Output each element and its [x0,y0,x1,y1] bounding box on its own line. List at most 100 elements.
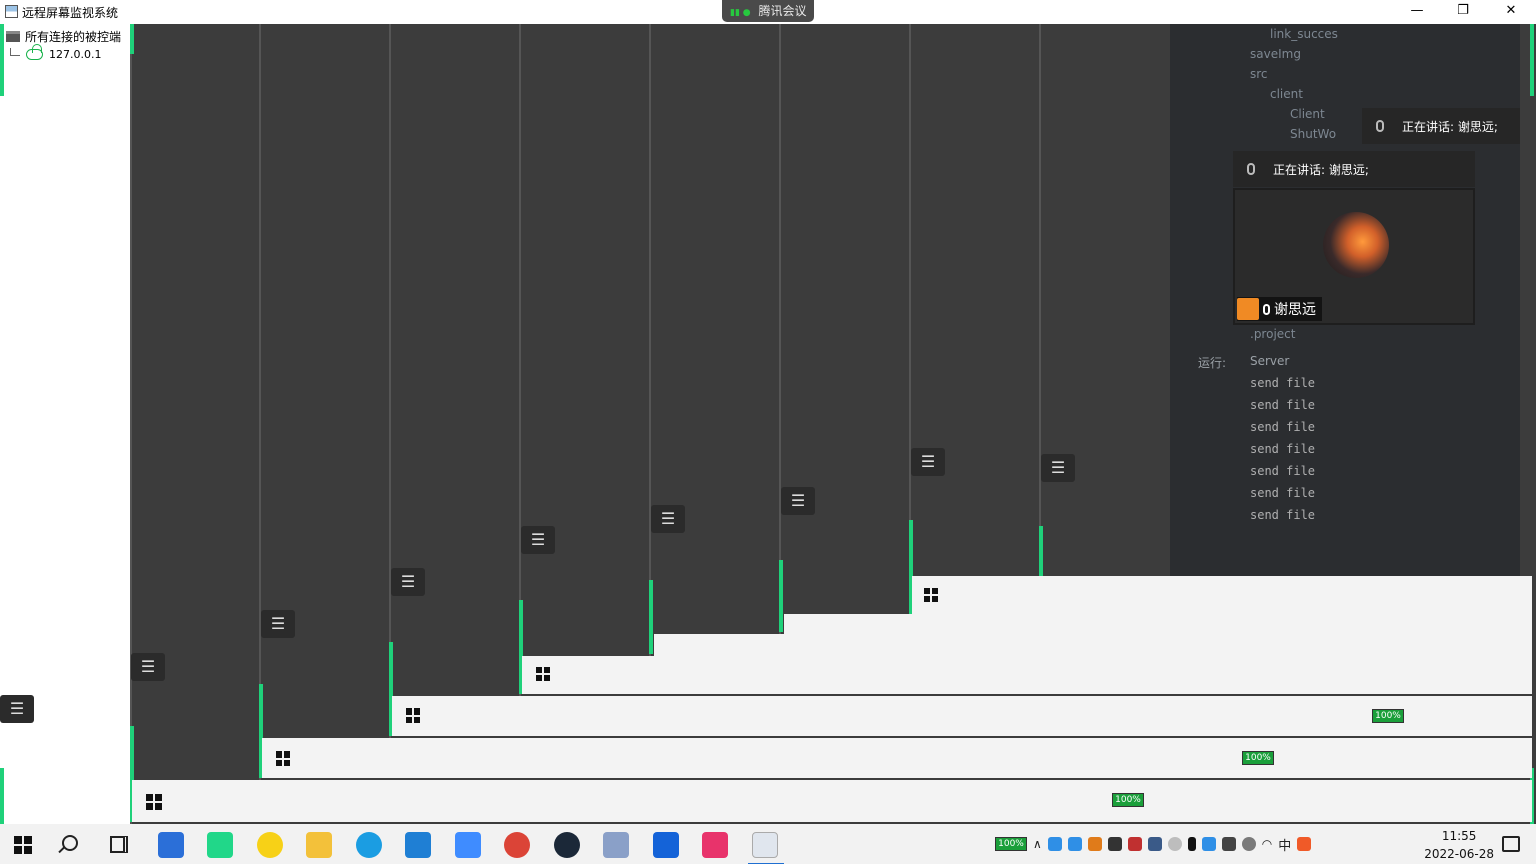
user-icon [1237,298,1259,320]
windows-start-icon[interactable] [924,588,938,602]
panel-toggle-button[interactable]: ☰ [261,610,295,638]
steam-icon[interactable] [554,832,580,858]
tree-item-client[interactable]: 127.0.0.1 [10,44,102,61]
windows-start-icon[interactable] [14,836,32,854]
nested-taskbar [912,576,1532,614]
tray-app-icon[interactable] [1047,837,1062,851]
meeting-status-pill[interactable]: ▮▮ ● 腾讯会议 [722,0,814,22]
minimize-button[interactable]: — [1394,0,1440,24]
microphone-icon[interactable] [1187,837,1196,851]
nested-taskbar [522,656,1532,694]
folder-icon [6,30,20,42]
project-item[interactable]: link_succes [1230,24,1338,44]
shield-icon[interactable] [1221,837,1236,851]
panel-toggle-button[interactable]: ☰ [1041,454,1075,482]
sogou-ime-icon[interactable] [1297,837,1312,851]
tray-app-icon[interactable] [1201,837,1216,851]
tray-app-icon[interactable] [1087,837,1102,851]
windows-start-icon[interactable] [406,708,421,723]
battery-indicator[interactable]: 100% [1112,793,1144,807]
tray-app-icon[interactable] [1147,837,1162,851]
app-icon [5,5,18,18]
windows-start-icon[interactable] [536,667,550,681]
music-app-icon[interactable] [257,832,283,858]
restore-button[interactable]: ❐ [1440,0,1486,24]
battery-indicator[interactable]: 100% [995,837,1027,851]
capture-corner-mark [130,24,134,54]
run-console: send file send file send file send file … [1250,372,1315,526]
panel-toggle-button[interactable]: ☰ [131,653,165,681]
run-tab[interactable]: Server [1250,354,1289,368]
panel-toggle-button[interactable]: ☰ [521,526,555,554]
java-app-icon[interactable] [748,832,784,864]
tray-app-icon[interactable] [1167,837,1182,851]
system-tray: 100% ∧ ◠ 中 [995,833,1312,855]
console-line: send file [1250,486,1316,500]
panel-toggle-button[interactable]: ☰ [911,448,945,476]
edge-browser-icon[interactable] [356,832,382,858]
system-tray: 100% [1242,747,1274,769]
pycharm-icon[interactable] [207,832,233,858]
wifi-icon[interactable]: ◠ [1262,837,1272,851]
tray-app-icon[interactable] [1067,837,1082,851]
client-address: 127.0.0.1 [49,48,102,61]
ime-indicator[interactable]: 中 [1278,835,1291,854]
chevron-up-icon[interactable]: ∧ [1033,837,1042,851]
close-button[interactable]: ✕ [1488,0,1534,24]
nested-taskbar: 100% [262,738,1532,778]
tree-root[interactable]: 所有连接的被控端 [6,28,121,44]
capture-frame [519,24,521,696]
participant-avatar [1323,212,1389,278]
panel-toggle-button[interactable]: ☰ [781,487,815,515]
image-app-icon[interactable] [603,832,629,858]
speaker-indicator: 正在讲话: 谢思远; [1362,108,1520,144]
tray-app-icon[interactable] [1127,837,1142,851]
vscode-icon[interactable] [405,832,431,858]
clock-date: 2022-06-28 [1424,847,1494,861]
capture-frame [649,24,651,656]
windows-start-icon[interactable] [146,794,162,810]
window-title-bar: 远程屏幕监视系统 ▮▮ ● 腾讯会议 — ❐ ✕ [0,0,1536,24]
project-item[interactable]: saveImg [1230,44,1338,64]
microphone-icon [1247,163,1255,175]
meeting-app-name: 腾讯会议 [758,4,807,18]
project-item[interactable]: src [1230,64,1338,84]
console-line: send file [1250,376,1316,390]
battery-indicator[interactable]: 100% [1372,709,1404,723]
tencent-meeting-icon[interactable] [653,832,679,858]
console-line: send file [1250,398,1316,412]
intellij-icon[interactable] [702,832,728,858]
project-item[interactable]: client [1230,84,1338,104]
console-line: send file [1250,442,1316,456]
project-item[interactable]: .project [1230,324,1338,344]
panel-toggle-button[interactable]: ☰ [0,695,34,723]
console-line: send file [1250,464,1316,478]
project-item[interactable]: ShutWo [1230,124,1338,144]
panel-toggle-button[interactable]: ☰ [391,568,425,596]
speaker-indicator: 正在讲话: 谢思远; [1233,151,1475,187]
signal-icon: ▮▮ ● [730,8,751,18]
system-clock[interactable]: 11:55 2022-06-28 [1424,827,1494,863]
wps-office-icon[interactable] [455,832,481,858]
windows-taskbar: 100% ∧ ◠ 中 11:55 2022-06-28 [0,824,1536,864]
tray-app-icon[interactable] [1241,837,1256,851]
battery-indicator[interactable]: 100% [1242,751,1274,765]
windows-start-icon[interactable] [276,751,291,766]
chrome-icon[interactable] [504,832,530,858]
window-title: 远程屏幕监视系统 [22,6,119,20]
project-item[interactable]: Client [1230,104,1338,124]
tray-app-icon[interactable] [1107,837,1122,851]
task-view-icon[interactable] [110,836,128,853]
capture-corner-mark [0,24,4,96]
nested-taskbar [654,634,1532,656]
panel-toggle-button[interactable]: ☰ [651,505,685,533]
file-explorer-icon[interactable] [306,832,332,858]
capture-frame [130,24,132,824]
participant-video-tile[interactable]: 谢思远 [1233,188,1475,325]
todo-app-icon[interactable] [158,832,184,858]
tree-root-label: 所有连接的被控端 [25,29,122,44]
notification-icon[interactable] [1502,836,1520,852]
search-icon[interactable] [62,835,78,851]
microphone-icon [1263,303,1270,315]
clock-time: 11:55 [1441,829,1477,843]
